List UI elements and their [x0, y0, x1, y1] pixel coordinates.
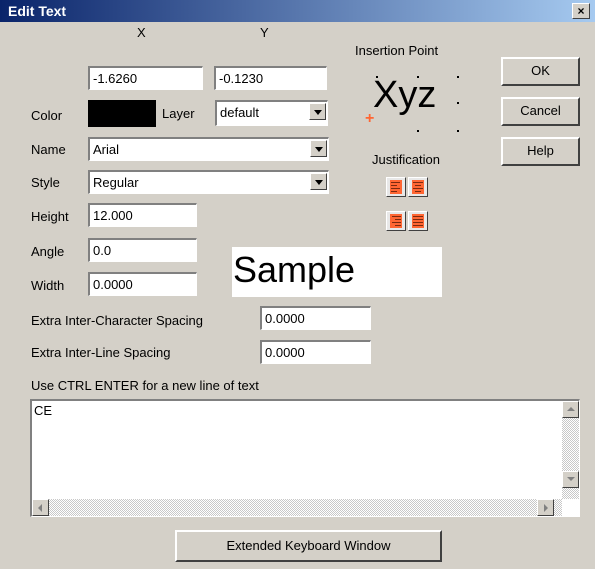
insertion-dot-icon[interactable] [457, 76, 459, 78]
text-input-value: CE [34, 403, 53, 418]
color-swatch[interactable] [88, 100, 156, 127]
arrow-down-icon [567, 477, 575, 481]
horizontal-scrollbar[interactable] [32, 499, 562, 516]
insertion-dot-icon[interactable] [457, 102, 459, 104]
x-label: X [137, 25, 146, 40]
text-input-area[interactable]: CE [30, 399, 580, 517]
insertion-dot-icon[interactable] [457, 130, 459, 132]
layer-label: Layer [162, 106, 195, 121]
sample-preview: Sample [232, 247, 442, 297]
arrow-up-icon [567, 407, 575, 411]
arrow-left-icon [38, 504, 42, 512]
scroll-down-button[interactable] [562, 471, 579, 488]
width-input[interactable]: 0.0000 [88, 272, 197, 296]
layer-select-value: default [220, 105, 260, 120]
ok-button[interactable]: OK [501, 57, 580, 86]
y-input[interactable]: -0.1230 [214, 66, 327, 90]
justify-left-button[interactable] [386, 177, 406, 197]
x-input[interactable]: -1.6260 [88, 66, 203, 90]
justify-center-icon [412, 180, 424, 194]
width-label: Width [31, 278, 65, 293]
angle-input[interactable]: 0.0 [88, 238, 197, 262]
insertion-point-label: Insertion Point [355, 43, 439, 58]
justify-right-icon [390, 214, 402, 228]
y-label: Y [260, 25, 269, 40]
font-name-value: Arial [93, 142, 120, 157]
title-bar: Edit Text × [0, 0, 595, 22]
font-style-select[interactable]: Regular [88, 170, 329, 194]
height-label: Height [31, 209, 69, 224]
text-hint-label: Use CTRL ENTER for a new line of text [31, 378, 259, 393]
window-title: Edit Text [8, 3, 67, 19]
line-spacing-label: Extra Inter-Line Spacing [31, 345, 171, 360]
justify-full-button[interactable] [408, 211, 428, 231]
scroll-left-button[interactable] [32, 499, 49, 516]
justify-center-button[interactable] [408, 177, 428, 197]
layer-select[interactable]: default [215, 100, 328, 126]
color-label: Color [31, 108, 63, 123]
help-button[interactable]: Help [501, 137, 580, 166]
close-button[interactable]: × [572, 3, 590, 19]
name-label: Name [31, 142, 66, 157]
line-spacing-input[interactable]: 0.0000 [260, 340, 371, 364]
justify-left-icon [390, 180, 402, 194]
scroll-up-button[interactable] [562, 401, 579, 418]
insertion-marker-icon[interactable]: + [365, 110, 374, 128]
insertion-dot-icon[interactable] [417, 76, 419, 78]
char-spacing-label: Extra Inter-Character Spacing [31, 313, 203, 328]
char-spacing-input[interactable]: 0.0000 [260, 306, 371, 330]
justify-full-icon [412, 214, 424, 228]
chevron-down-icon[interactable] [310, 140, 327, 157]
vertical-scrollbar[interactable] [562, 401, 579, 499]
insertion-preview-text: Xyz [373, 74, 437, 116]
justify-right-button[interactable] [386, 211, 406, 231]
chevron-down-icon[interactable] [310, 173, 327, 190]
insertion-dot-icon[interactable] [417, 130, 419, 132]
style-label: Style [31, 175, 60, 190]
cancel-button[interactable]: Cancel [501, 97, 580, 126]
justification-label: Justification [372, 152, 440, 167]
insertion-dot-icon[interactable] [376, 76, 378, 78]
extended-keyboard-button[interactable]: Extended Keyboard Window [175, 530, 442, 562]
scroll-right-button[interactable] [537, 499, 554, 516]
height-input[interactable]: 12.000 [88, 203, 197, 227]
chevron-down-icon[interactable] [309, 103, 326, 120]
font-style-value: Regular [93, 175, 139, 190]
insertion-point-preview: Xyz + [365, 74, 465, 136]
sample-text: Sample [233, 249, 356, 290]
font-name-select[interactable]: Arial [88, 137, 329, 161]
angle-label: Angle [31, 244, 65, 259]
arrow-right-icon [544, 504, 548, 512]
